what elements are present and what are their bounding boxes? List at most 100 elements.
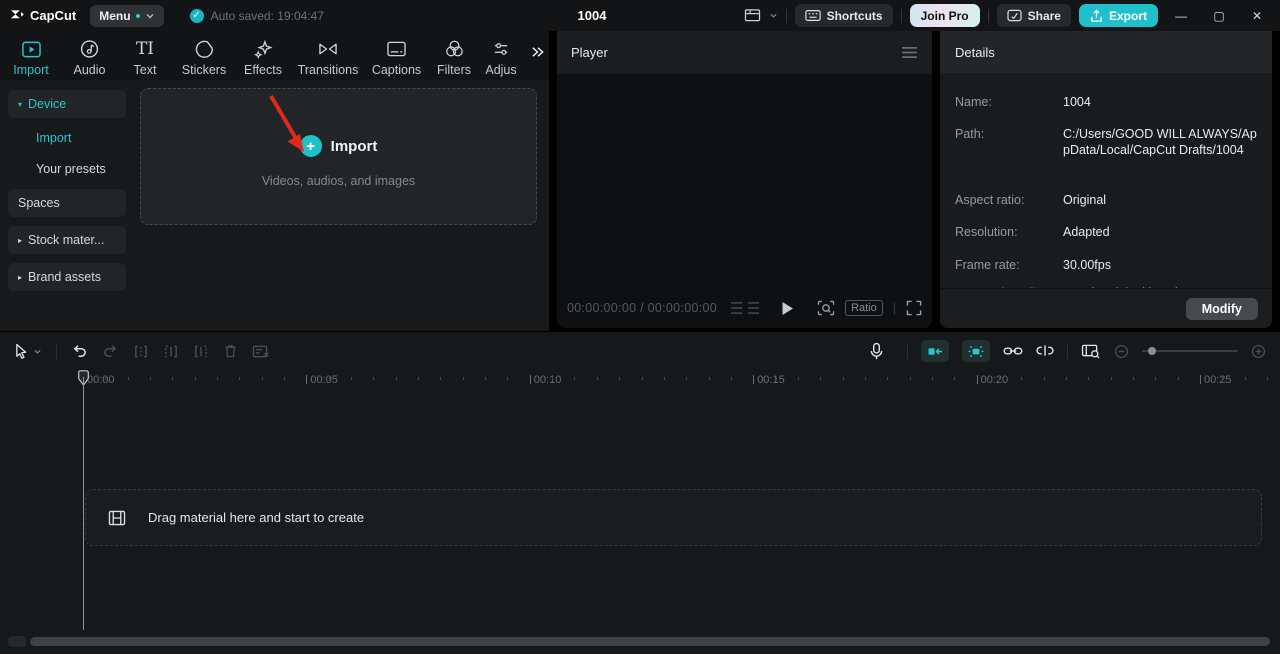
tab-label: Captions	[372, 63, 421, 77]
detail-value: Adapted	[1063, 224, 1110, 240]
ruler-tick-minor	[418, 377, 419, 380]
sidebar-item-label: Spaces	[18, 196, 60, 210]
delete-button[interactable]	[223, 343, 238, 359]
keyboard-icon	[805, 9, 821, 22]
ruler-tick-minor	[574, 377, 575, 380]
details-row-name: Name: 1004	[955, 94, 1257, 110]
sidebar-item-device[interactable]: ▾ Device	[8, 90, 126, 118]
tab-label: Stickers	[182, 63, 226, 77]
sidebar-item-your-presets[interactable]: Your presets	[8, 158, 126, 180]
media-panel: Import Audio TI Text Stickers Effects Tr…	[0, 31, 549, 331]
close-button[interactable]: ✕	[1242, 0, 1272, 31]
horizontal-scrollbar[interactable]	[30, 637, 1270, 646]
sidebar-item-spaces[interactable]: Spaces	[8, 189, 126, 217]
ruler-tick-label: 00:05	[310, 374, 338, 386]
tab-stickers[interactable]: Stickers	[173, 31, 235, 77]
zoom-in-icon[interactable]	[1251, 344, 1266, 359]
undo-button[interactable]	[71, 344, 88, 359]
link-icon[interactable]	[1003, 345, 1023, 357]
ruler-tick-minor	[1267, 377, 1268, 380]
tab-transitions[interactable]: Transitions	[291, 31, 365, 77]
export-button[interactable]: Export	[1079, 4, 1158, 27]
preview-axis-icon[interactable]	[1081, 343, 1101, 359]
sidebar-item-label: Import	[36, 131, 71, 145]
detail-value: 1004	[1063, 94, 1091, 110]
ruler-tick-minor	[485, 377, 486, 380]
sidebar-item-stock-materials[interactable]: ▸ Stock mater...	[8, 226, 126, 254]
divider	[1067, 343, 1068, 359]
divider	[907, 343, 908, 359]
captions-tab-icon	[386, 38, 407, 60]
play-button[interactable]	[781, 301, 794, 316]
delete-right-button[interactable]	[193, 344, 209, 359]
ruler-tick-minor	[128, 377, 129, 380]
modify-button[interactable]: Modify	[1186, 298, 1258, 320]
join-pro-button[interactable]: Join Pro	[910, 4, 980, 27]
record-voiceover-icon[interactable]	[869, 342, 884, 361]
project-title: 1004	[520, 8, 664, 23]
sidebar-item-import[interactable]: Import	[8, 127, 126, 149]
delete-track-button[interactable]	[252, 344, 270, 359]
ruler-tick-label: 00:15	[757, 374, 785, 386]
divider	[786, 9, 787, 23]
export-label: Export	[1109, 9, 1147, 23]
timeline-ruler[interactable]: 00:0000:0500:1000:1500:2000:25	[0, 370, 1280, 391]
ruler-tick-minor	[1133, 377, 1134, 380]
timeline-zoom-slider[interactable]	[1142, 350, 1238, 352]
ruler-tick-minor	[1044, 377, 1045, 380]
ruler-tick-minor	[262, 377, 263, 380]
delete-left-button[interactable]	[163, 344, 179, 359]
tab-captions[interactable]: Captions	[365, 31, 428, 77]
ruler-tick-minor	[1111, 377, 1112, 380]
sidebar-item-brand-assets[interactable]: ▸ Brand assets	[8, 263, 126, 291]
snap-to-clip-icon	[927, 345, 944, 358]
ruler-tick-minor	[686, 377, 687, 380]
import-dropzone-title: Import	[331, 138, 378, 155]
chevron-double-right-icon	[530, 45, 545, 59]
share-button[interactable]: Share	[997, 4, 1071, 27]
tab-label: Effects	[244, 63, 282, 77]
autosave-check-icon: ✓	[190, 9, 204, 23]
ratio-button[interactable]: Ratio	[845, 300, 883, 316]
tab-effects[interactable]: Effects	[235, 31, 291, 77]
layout-switcher-icon[interactable]	[744, 8, 761, 23]
detail-label: Path:	[955, 126, 1063, 159]
ruler-tick-minor	[351, 377, 352, 380]
minimize-button[interactable]: —	[1166, 0, 1196, 31]
tab-adjust[interactable]: Adjus	[480, 31, 522, 77]
ruler-tick-minor	[954, 377, 955, 380]
ruler-tick-minor	[507, 377, 508, 380]
player-menu-icon[interactable]	[901, 46, 918, 59]
snap-to-clip-toggle[interactable]	[921, 340, 949, 362]
redo-button[interactable]	[102, 344, 119, 359]
maximize-button[interactable]: ▢	[1204, 0, 1234, 31]
frame-step-icons[interactable]	[729, 301, 763, 315]
timeline-dropzone[interactable]: Drag material here and start to create	[85, 489, 1262, 546]
zoom-out-icon[interactable]	[1114, 344, 1129, 359]
tab-filters[interactable]: Filters	[428, 31, 480, 77]
split-button[interactable]	[133, 344, 149, 359]
preview-focus-icon[interactable]	[817, 300, 835, 316]
ruler-tick-minor	[820, 377, 821, 380]
layout-chevron-down-icon[interactable]	[769, 11, 778, 20]
ruler-tick-minor	[843, 377, 844, 380]
tab-import[interactable]: Import	[0, 31, 62, 77]
fullscreen-icon[interactable]	[906, 300, 922, 316]
sidebar-item-label: Brand assets	[28, 270, 101, 284]
auto-snap-toggle[interactable]	[962, 340, 990, 362]
menu-button[interactable]: Menu	[90, 5, 163, 27]
select-tool-button[interactable]	[14, 343, 42, 360]
unlink-icon[interactable]	[1036, 344, 1054, 358]
more-tabs-button[interactable]	[530, 45, 545, 59]
zoom-slider-handle[interactable]	[1148, 347, 1156, 355]
import-dropzone[interactable]: + Import Videos, audios, and images	[140, 88, 537, 225]
shortcuts-button[interactable]: Shortcuts	[795, 4, 893, 27]
ruler-tick-label: 00:10	[534, 374, 562, 386]
scrollbar-corner	[8, 636, 26, 647]
ruler-tick-major	[753, 375, 754, 384]
ruler-tick-minor	[932, 377, 933, 380]
tab-audio[interactable]: Audio	[62, 31, 117, 77]
ruler-tick-minor	[172, 377, 173, 380]
plus-icon[interactable]: +	[300, 135, 322, 157]
tab-text[interactable]: TI Text	[117, 31, 173, 77]
